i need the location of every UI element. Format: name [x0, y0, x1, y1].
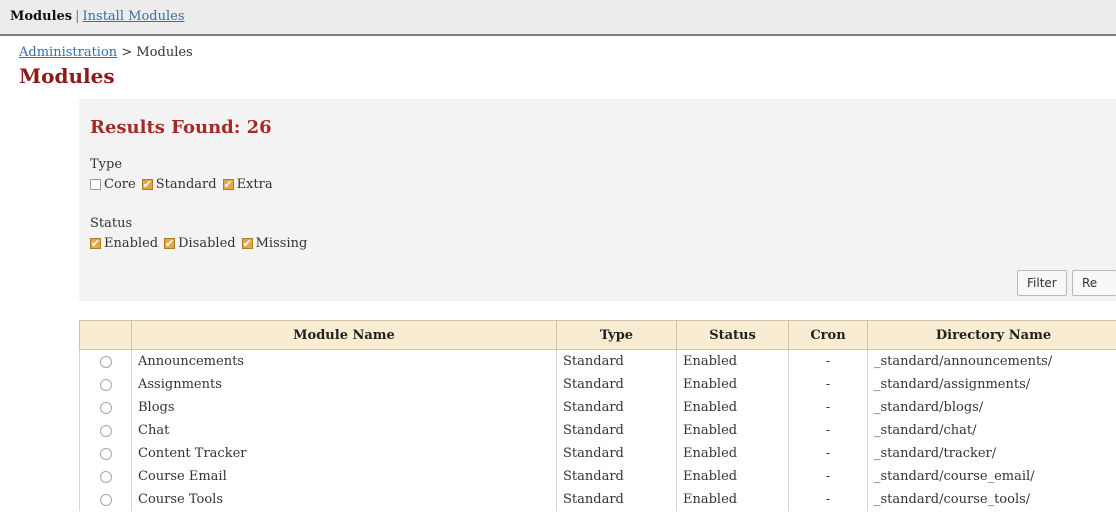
cron-cell: -: [788, 349, 868, 373]
type-extra-checkbox[interactable]: ✔: [222, 179, 234, 190]
modules-table: Module Name Type Status Cron Directory N…: [79, 320, 1116, 511]
row-select-radio[interactable]: [99, 470, 112, 483]
directory-cell: _standard/tracker/: [867, 442, 1116, 465]
type-core-label: Core: [104, 177, 136, 192]
row-select-radio[interactable]: [99, 424, 112, 437]
status-filter-label: Status: [90, 216, 133, 231]
table-row: Announcements Standard Enabled - _standa…: [79, 349, 1116, 373]
install-modules-link[interactable]: Install Modules: [83, 9, 185, 24]
status-enabled-label: Enabled: [104, 236, 159, 251]
status-column-header[interactable]: Status: [676, 320, 789, 350]
row-select-radio[interactable]: [99, 355, 112, 368]
row-select-radio[interactable]: [99, 493, 112, 506]
status-missing-checkbox[interactable]: ✔: [241, 238, 253, 249]
status-enabled-checkbox[interactable]: ✔: [90, 238, 101, 249]
table-row: Blogs Standard Enabled - _standard/blogs…: [79, 396, 1116, 419]
status-disabled-option[interactable]: ✔ Disabled: [164, 236, 236, 251]
results-count: Results Found: 26: [90, 117, 272, 138]
directory-cell: _standard/chat/: [867, 419, 1116, 442]
type-core-option[interactable]: Core: [90, 177, 136, 192]
tab-modules[interactable]: Modules: [10, 9, 72, 24]
type-cell: Standard: [556, 442, 677, 465]
table-row: Course Email Standard Enabled - _standar…: [79, 465, 1116, 488]
table-row: Content Tracker Standard Enabled - _stan…: [79, 442, 1116, 465]
status-cell: Enabled: [676, 349, 789, 373]
cron-cell: -: [788, 465, 868, 488]
type-filter-label: Type: [90, 157, 123, 172]
module-name-cell: Blogs: [131, 396, 557, 419]
module-name-cell: Content Tracker: [131, 442, 557, 465]
module-name-cell: Course Email: [131, 465, 557, 488]
module-name-cell: Chat: [131, 419, 557, 442]
status-disabled-label: Disabled: [178, 236, 236, 251]
breadcrumb-separator: >: [121, 45, 133, 60]
module-name-cell: Assignments: [131, 373, 557, 396]
directory-name-column-header[interactable]: Directory Name: [867, 320, 1116, 350]
type-standard-label: Standard: [155, 177, 217, 192]
page-title: Modules: [19, 64, 115, 88]
type-extra-option[interactable]: ✔ Extra: [222, 177, 273, 192]
reset-button[interactable]: Re: [1072, 270, 1116, 296]
breadcrumb-current: Modules: [136, 45, 193, 60]
status-cell: Enabled: [676, 442, 789, 465]
status-enabled-option[interactable]: ✔ Enabled: [90, 236, 158, 251]
type-standard-option[interactable]: ✔ Standard: [141, 177, 217, 192]
directory-cell: _standard/blogs/: [867, 396, 1116, 419]
directory-cell: _standard/course_email/: [867, 465, 1116, 488]
directory-cell: _standard/announcements/: [867, 349, 1116, 373]
breadcrumb-administration-link[interactable]: Administration: [19, 45, 117, 60]
cron-cell: -: [788, 419, 868, 442]
status-missing-label: Missing: [255, 236, 308, 251]
table-row: Chat Standard Enabled - _standard/chat/: [79, 419, 1116, 442]
type-cell: Standard: [556, 349, 677, 373]
type-core-checkbox[interactable]: [90, 179, 101, 190]
row-select-radio[interactable]: [99, 447, 112, 460]
filter-panel: Results Found: 26 Type Core ✔ Standard ✔…: [79, 99, 1116, 301]
status-cell: Enabled: [676, 396, 789, 419]
module-name-cell: Course Tools: [131, 488, 557, 511]
status-missing-option[interactable]: ✔ Missing: [241, 236, 308, 251]
cron-cell: -: [788, 442, 868, 465]
cron-cell: -: [788, 373, 868, 396]
table-header-row: Module Name Type Status Cron Directory N…: [79, 320, 1116, 350]
type-cell: Standard: [556, 396, 677, 419]
breadcrumb: Administration > Modules: [19, 45, 193, 60]
table-row: Assignments Standard Enabled - _standard…: [79, 373, 1116, 396]
type-cell: Standard: [556, 465, 677, 488]
top-navigation: Modules | Install Modules: [0, 0, 1116, 36]
module-name-column-header[interactable]: Module Name: [131, 320, 557, 350]
select-column-header: [79, 320, 132, 350]
type-cell: Standard: [556, 488, 677, 511]
status-cell: Enabled: [676, 373, 789, 396]
row-select-radio[interactable]: [99, 378, 112, 391]
cron-column-header[interactable]: Cron: [788, 320, 868, 350]
directory-cell: _standard/assignments/: [867, 373, 1116, 396]
type-standard-checkbox[interactable]: ✔: [141, 179, 153, 190]
type-filter-options: Core ✔ Standard ✔ Extra: [90, 177, 279, 192]
status-filter-options: ✔ Enabled ✔ Disabled ✔ Missing: [90, 236, 313, 251]
status-cell: Enabled: [676, 488, 789, 511]
row-select-radio[interactable]: [99, 401, 112, 414]
cron-cell: -: [788, 488, 868, 511]
table-row: Course Tools Standard Enabled - _standar…: [79, 488, 1116, 511]
cron-cell: -: [788, 396, 868, 419]
status-cell: Enabled: [676, 419, 789, 442]
tab-separator: |: [75, 9, 80, 24]
type-column-header[interactable]: Type: [556, 320, 677, 350]
type-extra-label: Extra: [236, 177, 273, 192]
type-cell: Standard: [556, 373, 677, 396]
filter-button[interactable]: Filter: [1017, 270, 1067, 296]
type-cell: Standard: [556, 419, 677, 442]
status-cell: Enabled: [676, 465, 789, 488]
status-disabled-checkbox[interactable]: ✔: [164, 238, 176, 249]
directory-cell: _standard/course_tools/: [867, 488, 1116, 511]
module-name-cell: Announcements: [131, 349, 557, 373]
